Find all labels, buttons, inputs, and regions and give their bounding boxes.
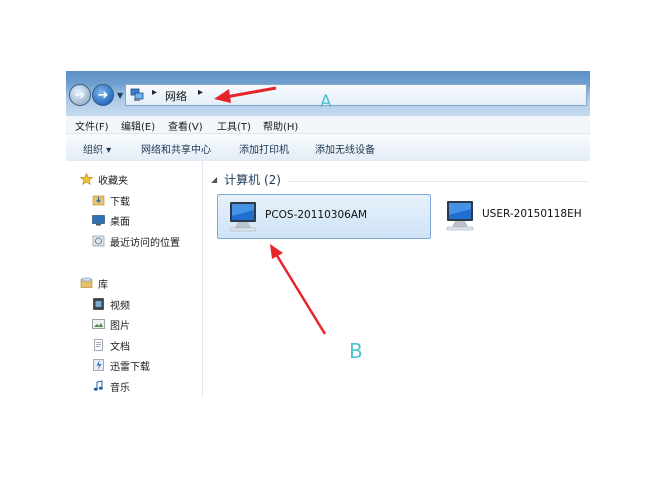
sidebar-item-libraries[interactable]: 库 bbox=[80, 275, 108, 291]
sidebar-item-downloads[interactable]: 下载 bbox=[92, 192, 130, 208]
sidebar-item-label: 最近访问的位置 bbox=[110, 237, 180, 249]
library-icon bbox=[80, 277, 93, 288]
explorer-window: ➜ ➜ ▼ ▸ 网络 ▸ 文件(F) 编辑(E) 查看(V) 工具(T) 帮助(… bbox=[66, 71, 590, 398]
menu-bar: 文件(F) 编辑(E) 查看(V) 工具(T) 帮助(H) bbox=[66, 116, 590, 134]
back-button[interactable]: ➜ bbox=[69, 84, 91, 106]
sidebar-item-favorites[interactable]: 收藏夹 bbox=[80, 171, 128, 187]
forward-arrow-icon: ➜ bbox=[97, 87, 109, 103]
network-icon bbox=[130, 88, 144, 101]
sidebar-item-pictures[interactable]: 图片 bbox=[92, 316, 130, 332]
sidebar-item-label: 桌面 bbox=[110, 216, 130, 228]
content-pane: ◢ 计算机 (2) PCOS-20110306AM USER-20150118E… bbox=[203, 161, 590, 398]
sidebar-item-label: 文档 bbox=[110, 341, 130, 353]
thunder-download-icon bbox=[93, 359, 104, 371]
add-wireless-device-button[interactable]: 添加无线设备 bbox=[315, 141, 375, 156]
sidebar-item-xunlei-downloads[interactable]: 迅雷下载 bbox=[92, 357, 150, 373]
sidebar-item-label: 迅雷下载 bbox=[110, 361, 150, 373]
annotation-label-b: B bbox=[349, 339, 363, 363]
sidebar-item-desktop[interactable]: 桌面 bbox=[92, 212, 130, 228]
sidebar-item-label: 下载 bbox=[110, 196, 130, 208]
organize-button[interactable]: 组织 ▾ bbox=[83, 141, 111, 156]
computer-name: USER-20150118EH bbox=[482, 208, 582, 220]
recent-places-icon bbox=[92, 235, 105, 247]
computer-name: PCOS-20110306AM bbox=[265, 209, 368, 221]
menu-tools[interactable]: 工具(T) bbox=[217, 118, 251, 133]
network-sharing-center-button[interactable]: 网络和共享中心 bbox=[141, 141, 211, 156]
group-title: 计算机 (2) bbox=[224, 173, 281, 187]
menu-edit[interactable]: 编辑(E) bbox=[121, 118, 155, 133]
breadcrumb-network[interactable]: 网络 bbox=[165, 88, 187, 104]
video-icon bbox=[93, 298, 104, 310]
sidebar-item-documents[interactable]: 文档 bbox=[92, 337, 130, 353]
menu-file[interactable]: 文件(F) bbox=[75, 118, 109, 133]
sidebar-item-label: 收藏夹 bbox=[98, 175, 128, 187]
back-arrow-icon: ➜ bbox=[74, 87, 86, 103]
breadcrumb-separator-icon[interactable]: ▸ bbox=[198, 87, 203, 98]
command-bar: 组织 ▾ 网络和共享中心 添加打印机 添加无线设备 bbox=[66, 134, 590, 162]
group-header-computers[interactable]: ◢ 计算机 (2) bbox=[211, 171, 281, 188]
desktop-icon bbox=[92, 215, 105, 226]
address-field[interactable]: ▸ 网络 ▸ bbox=[125, 84, 587, 106]
sidebar-item-label: 图片 bbox=[110, 320, 130, 332]
sidebar-item-label: 视频 bbox=[110, 300, 130, 312]
computer-icon bbox=[229, 202, 257, 232]
menu-help[interactable]: 帮助(H) bbox=[263, 118, 298, 133]
collapse-triangle-icon[interactable]: ◢ bbox=[211, 175, 217, 184]
forward-button[interactable]: ➜ bbox=[92, 84, 114, 106]
document-icon bbox=[94, 339, 103, 351]
music-icon bbox=[93, 380, 103, 391]
computer-icon bbox=[446, 201, 474, 231]
picture-icon bbox=[92, 319, 105, 329]
star-icon bbox=[80, 173, 93, 185]
sidebar-item-videos[interactable]: 视频 bbox=[92, 296, 130, 312]
breadcrumb-separator-icon[interactable]: ▸ bbox=[152, 87, 157, 98]
group-divider bbox=[288, 181, 588, 182]
sidebar-item-recent-places[interactable]: 最近访问的位置 bbox=[92, 233, 180, 249]
sidebar-item-label: 库 bbox=[98, 279, 108, 291]
menu-view[interactable]: 查看(V) bbox=[168, 118, 203, 133]
annotation-label-a: A bbox=[320, 92, 332, 112]
computer-item-pcos[interactable]: PCOS-20110306AM bbox=[217, 194, 431, 239]
add-printer-button[interactable]: 添加打印机 bbox=[239, 141, 289, 156]
navigation-pane: 收藏夹 下载 桌面 最近访问的位置 库 视频 图片 文档 迅雷下载 音乐 bbox=[66, 161, 203, 398]
computer-item-user[interactable]: USER-20150118EH bbox=[435, 194, 585, 239]
sidebar-item-music[interactable]: 音乐 bbox=[92, 378, 130, 394]
download-folder-icon bbox=[92, 195, 105, 206]
sidebar-item-label: 音乐 bbox=[110, 382, 130, 394]
recent-pages-dropdown[interactable]: ▼ bbox=[117, 91, 123, 100]
